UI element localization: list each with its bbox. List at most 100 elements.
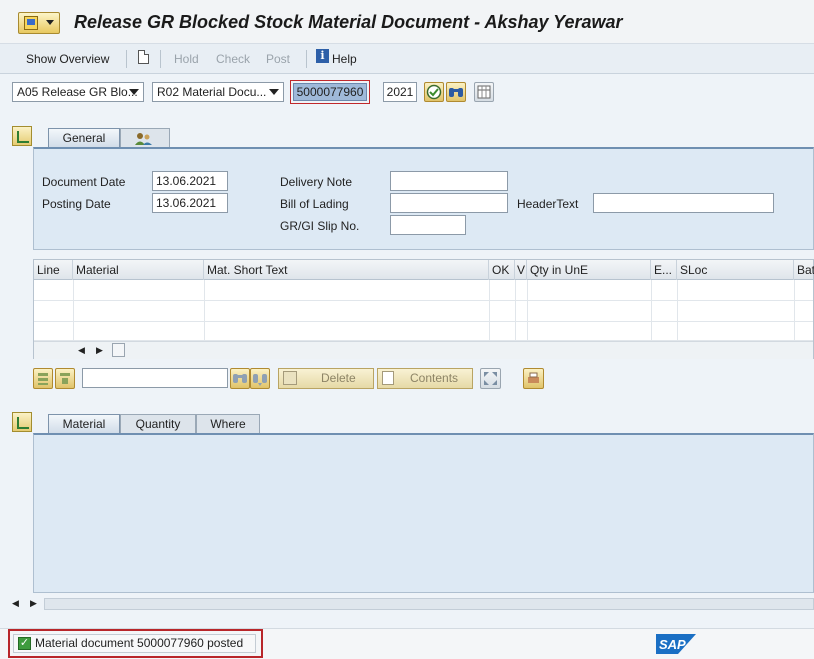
items-table: Line Material Mat. Short Text OK V Qty i… [33, 259, 814, 359]
scroll-right-icon[interactable]: ▶ [30, 598, 37, 609]
column-header[interactable]: E... [651, 260, 677, 280]
table-row[interactable] [34, 280, 813, 301]
copy-icon [382, 371, 394, 385]
status-highlight: ✓ Material document 5000077960 posted [8, 629, 263, 658]
expand-icon [484, 372, 497, 385]
success-icon: ✓ [18, 637, 31, 650]
tab-general[interactable]: General [48, 128, 120, 148]
tab-material[interactable]: Material [48, 414, 120, 434]
menu-icon [24, 16, 38, 30]
column-divider [204, 280, 205, 341]
status-text: Material document 5000077960 posted [35, 636, 244, 650]
find-next-icon [253, 374, 267, 386]
column-divider [794, 280, 795, 341]
execute-button[interactable] [424, 82, 444, 102]
delete-label: Delete [321, 371, 356, 385]
posting-date-field[interactable]: 13.06.2021 [152, 193, 228, 213]
tab-quantity[interactable]: Quantity [120, 414, 196, 434]
collapse-item-icon[interactable] [12, 412, 32, 432]
binoculars-icon [449, 88, 463, 97]
partner-icon [135, 133, 152, 145]
title-bar: Release GR Blocked Stock Material Docume… [0, 0, 814, 44]
header-text-field[interactable] [593, 193, 774, 213]
year-input[interactable]: 2021 [383, 82, 417, 102]
find-button[interactable] [446, 82, 466, 102]
table-row[interactable] [34, 301, 813, 322]
column-header[interactable]: Bat [794, 260, 814, 280]
document-number-highlight: 5000077960 [290, 80, 370, 104]
grid-button[interactable] [474, 82, 494, 102]
select-all-icon [38, 373, 48, 385]
document-date-field[interactable]: 13.06.2021 [152, 171, 228, 191]
screen-horizontal-scrollbar[interactable]: ◀ ▶ [0, 596, 814, 612]
document-number-input[interactable]: 5000077960 [293, 83, 367, 101]
scroll-left-icon[interactable]: ◀ [78, 345, 85, 356]
scroll-track[interactable] [44, 598, 814, 610]
delivery-note-field[interactable] [390, 171, 508, 191]
toolbar-separator [126, 50, 127, 68]
expand-button[interactable] [480, 368, 501, 389]
column-header[interactable]: Mat. Short Text [204, 260, 489, 280]
reference-value: R02 Material Docu... [157, 85, 267, 99]
bill-of-lading-label: Bill of Lading [280, 197, 349, 211]
table-search-input[interactable] [82, 368, 228, 388]
post-button[interactable]: Post [266, 49, 290, 69]
column-settings-icon[interactable] [112, 343, 125, 357]
column-divider [515, 280, 516, 341]
column-header[interactable]: Line [34, 260, 73, 280]
execute-icon [426, 84, 442, 100]
help-button[interactable]: Help [332, 49, 357, 69]
contents-label: Contents [410, 371, 459, 385]
sap-logo: SAP [656, 634, 696, 654]
check-button[interactable]: Check [216, 49, 250, 69]
system-menu-button[interactable] [18, 12, 60, 34]
table-horizontal-scrollbar[interactable]: ◀ ▶ [34, 341, 813, 359]
table-header: Line Material Mat. Short Text OK V Qty i… [34, 260, 814, 280]
scroll-left-icon[interactable]: ◀ [12, 598, 19, 609]
show-overview-button[interactable]: Show Overview [26, 49, 109, 69]
gr-gi-slip-field[interactable] [390, 215, 466, 235]
grid-icon [477, 85, 491, 99]
delete-button[interactable]: Delete [278, 368, 374, 389]
action-value: A05 Release GR Blo... [17, 85, 138, 99]
find-next-button[interactable] [250, 368, 270, 389]
contents-button[interactable]: Contents [377, 368, 473, 389]
column-header[interactable]: V [515, 260, 527, 280]
chevron-down-icon [46, 20, 54, 25]
bill-of-lading-field[interactable] [390, 193, 508, 213]
column-header[interactable]: OK [489, 260, 515, 280]
header-panel: Document Date 13.06.2021 Posting Date 13… [33, 147, 814, 250]
deselect-all-button[interactable] [55, 368, 75, 389]
posting-date-label: Posting Date [42, 197, 111, 211]
item-detail-panel [33, 433, 814, 593]
delivery-note-label: Delivery Note [280, 175, 353, 189]
select-all-button[interactable] [33, 368, 53, 389]
window-title: Release GR Blocked Stock Material Docume… [74, 12, 623, 32]
printer-icon [528, 372, 539, 383]
print-button[interactable] [523, 368, 544, 389]
action-dropdown[interactable]: A05 Release GR Blo... [12, 82, 144, 102]
gr-gi-slip-label: GR/GI Slip No. [280, 219, 360, 233]
column-header[interactable]: Material [73, 260, 204, 280]
scroll-right-icon[interactable]: ▶ [96, 345, 103, 356]
status-message[interactable]: ✓ Material document 5000077960 posted [13, 634, 256, 653]
table-row[interactable] [34, 322, 813, 341]
collapse-header-icon[interactable] [12, 126, 32, 146]
new-document-icon[interactable] [138, 50, 149, 64]
toolbar-separator [306, 50, 307, 68]
tab-partner[interactable] [120, 128, 170, 148]
info-icon: i [316, 49, 329, 63]
column-divider [527, 280, 528, 341]
caret-down-icon [269, 89, 279, 95]
application-toolbar: Show Overview Hold Check Post i Help [0, 44, 814, 74]
tab-where[interactable]: Where [196, 414, 260, 434]
header-text-label: HeaderText [517, 197, 579, 211]
find-in-table-button[interactable] [230, 368, 250, 389]
binoculars-icon [233, 374, 247, 383]
column-header[interactable]: SLoc [677, 260, 794, 280]
caret-down-icon [129, 89, 139, 95]
reference-dropdown[interactable]: R02 Material Docu... [152, 82, 284, 102]
column-divider [677, 280, 678, 341]
column-header[interactable]: Qty in UnE [527, 260, 651, 280]
hold-button[interactable]: Hold [174, 49, 199, 69]
